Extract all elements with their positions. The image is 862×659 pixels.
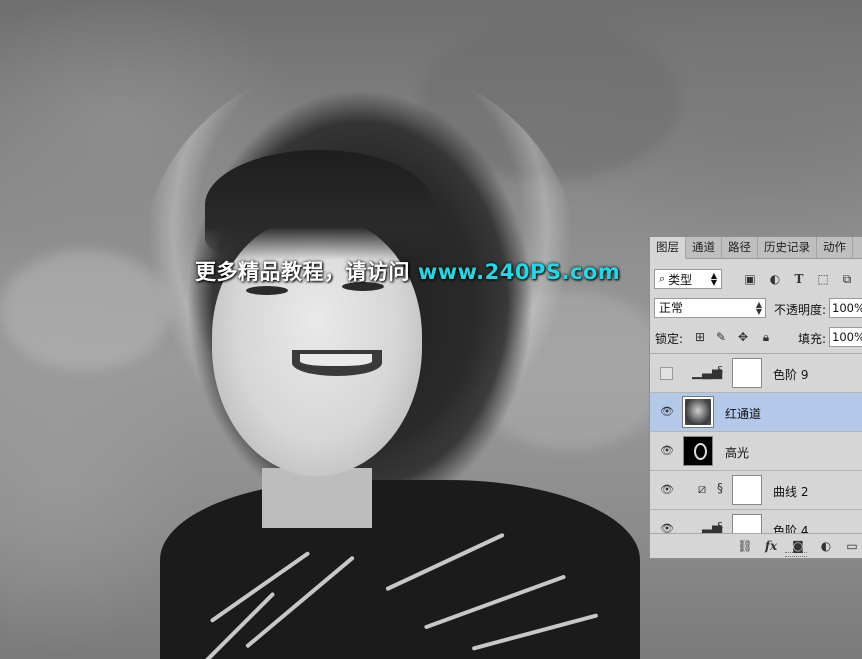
link-layers-icon[interactable]: ⛓︎ — [737, 538, 753, 554]
layer-list[interactable]: ▁▃▅ § 色阶 9 👁︎ 红通道 👁︎ 高光 👁︎ ⧄ § 曲线 2 👁︎ ▁… — [650, 353, 862, 534]
bangs — [205, 150, 433, 260]
smart-object-filter-icon[interactable]: ⧉ — [839, 271, 855, 287]
watermark-text: 更多精品教程，请访问 — [195, 260, 410, 284]
levels-adjustment-icon: ▁▃▅ — [692, 521, 722, 534]
layer-name: 色阶 9 — [773, 368, 809, 382]
teeth — [300, 354, 372, 366]
blend-mode-select[interactable]: 正常 ▲ ▼ — [654, 298, 766, 318]
dropdown-spin-icon: ▲ ▼ — [755, 300, 762, 316]
lock-image-icon[interactable]: ✎ — [714, 330, 728, 344]
fill-input[interactable]: 100% — [829, 327, 862, 347]
layer-row[interactable]: ▁▃▅ § 色阶 9 — [650, 354, 862, 393]
layer-mask-thumbnail[interactable] — [732, 358, 762, 388]
layer-thumbnail[interactable] — [683, 436, 713, 466]
search-icon: ⌕ — [659, 272, 666, 285]
layer-mask-thumbnail[interactable] — [732, 514, 762, 534]
left-eye — [246, 286, 288, 295]
tab-actions[interactable]: 动作 — [817, 237, 853, 258]
watermark-url: www.240PS.com — [417, 260, 621, 284]
eye-icon[interactable]: 👁︎ — [660, 405, 674, 419]
layer-name: 高光 — [725, 446, 750, 460]
filter-type-label: 类型 — [668, 272, 693, 287]
new-group-icon[interactable]: ▭ — [844, 538, 860, 554]
lock-label: 锁定: — [655, 332, 684, 346]
layers-panel: 图层 通道 路径 历史记录 动作 ⌕ 类型 ▲ ▼ ▣ ◐ T ⬚ ⧉ 正常 ▲ ▼… — [649, 236, 862, 559]
neck — [262, 468, 372, 528]
chain-link-icon[interactable]: § — [717, 364, 723, 378]
tab-paths[interactable]: 路径 — [722, 237, 758, 258]
panel-footer: ⛓︎ fx ◙ ◐ ▭ — [650, 533, 862, 558]
chain-link-icon[interactable]: § — [717, 481, 723, 495]
layer-mask-thumbnail[interactable] — [732, 475, 762, 505]
layer-row[interactable]: 👁︎ 高光 — [650, 432, 862, 471]
layer-name: 红通道 — [725, 407, 762, 421]
type-filter-icon[interactable]: T — [791, 271, 807, 287]
panel-tabs: 图层 通道 路径 历史记录 动作 — [650, 237, 862, 259]
dropdown-spin-icon: ▲ ▼ — [710, 271, 717, 287]
opacity-label: 不透明度: — [774, 303, 827, 317]
lock-position-icon[interactable]: ✥ — [736, 330, 750, 344]
blend-mode-value: 正常 — [659, 301, 684, 315]
layer-name: 曲线 2 — [773, 485, 809, 499]
tab-history[interactable]: 历史记录 — [758, 237, 817, 258]
layer-row[interactable]: 👁︎ ▁▃▅ § 色阶 4 — [650, 510, 862, 534]
watermark: 更多精品教程，请访问 www.240PS.com — [195, 256, 620, 286]
levels-adjustment-icon: ▁▃▅ — [692, 365, 722, 380]
layer-thumbnail[interactable] — [682, 396, 714, 428]
tab-layers[interactable]: 图层 — [650, 237, 686, 259]
fill-label: 填充: — [798, 332, 827, 346]
lock-transparent-icon[interactable]: ⊞ — [693, 330, 707, 344]
lock-all-icon[interactable]: 🔒︎ — [759, 330, 773, 344]
eye-icon[interactable]: 👁︎ — [660, 444, 674, 458]
layer-filter-select[interactable]: ⌕ 类型 ▲ ▼ — [654, 269, 722, 289]
opacity-input[interactable]: 100% — [829, 298, 862, 318]
layer-row[interactable]: 👁︎ ⧄ § 曲线 2 — [650, 471, 862, 510]
fx-icon[interactable]: fx — [763, 538, 779, 554]
visibility-toggle-off[interactable] — [660, 367, 673, 380]
image-filter-icon[interactable]: ▣ — [742, 271, 758, 287]
adjustment-filter-icon[interactable]: ◐ — [767, 271, 783, 287]
chain-link-icon[interactable]: § — [717, 520, 723, 534]
eye-icon[interactable]: 👁︎ — [660, 483, 674, 497]
new-adjustment-icon[interactable]: ◐ — [818, 538, 834, 554]
shape-filter-icon[interactable]: ⬚ — [815, 271, 831, 287]
curves-adjustment-icon: ⧄ — [697, 482, 707, 497]
layer-row-selected[interactable]: 👁︎ 红通道 — [650, 393, 862, 432]
add-mask-icon[interactable]: ◙ — [790, 538, 806, 554]
tab-channels[interactable]: 通道 — [686, 237, 722, 258]
